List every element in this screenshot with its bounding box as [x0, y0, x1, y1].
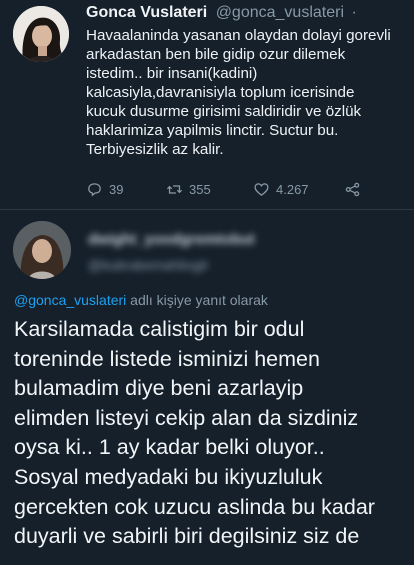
replying-to-suffix: adlı kişiye yanıt olarak [126, 292, 268, 308]
tweet-header: Gonca Vuslateri @gonca_vuslateri · [86, 4, 357, 22]
tweet-text-line: haklarimiza yapilmis linctir. Suctur bu. [86, 122, 339, 139]
reply-author-handle-blurred[interactable]: @kubrakemahlioglr [88, 257, 209, 273]
tweet-text: Havaalaninda yasanan olaydan dolayi gore… [86, 26, 404, 159]
reply-button[interactable]: 39 [86, 181, 123, 198]
reply-text: Karsilamada calistigim bir odul torenind… [14, 315, 410, 552]
replying-to-label: @gonca_vuslateri adlı kişiye yanıt olara… [14, 292, 268, 308]
share-icon [345, 182, 360, 197]
reply-avatar-image [13, 221, 71, 279]
tweet-actions: 39 355 4.267 [86, 181, 386, 203]
tweet-text-line: kalcasiyla,davranisiyla toplum icerisind… [86, 84, 355, 101]
reply-count: 39 [109, 182, 124, 197]
like-count: 4.267 [276, 182, 309, 197]
reply-icon [88, 183, 101, 197]
like-button[interactable]: 4.267 [253, 181, 309, 198]
retweet-count: 355 [189, 182, 211, 197]
header-separator: · [351, 4, 357, 21]
reply-text-line: Sosyal medyadaki bu ikiyuzluluk [14, 464, 323, 489]
tweet-text-line: istedim.. bir insani(kadini) [86, 65, 258, 82]
share-button[interactable] [344, 181, 361, 198]
reply-text-line: bulamadim diye beni azarlayip [14, 376, 304, 401]
tweet-text-line: kucuk dusurme girisimi saldiridir ve özl… [86, 103, 362, 120]
reply-text-line: duyarli ve sabirli biri degilsiniz siz d… [14, 524, 360, 549]
reply-text-line: gercekten cok uzucu aslinda bu kadar [14, 494, 375, 519]
tweet-text-line: Havaalaninda yasanan olaydan dolayi gore… [86, 27, 391, 44]
original-tweet[interactable]: Gonca Vuslateri @gonca_vuslateri · Havaa… [0, 0, 414, 210]
author-avatar[interactable] [13, 6, 69, 62]
reply-author-avatar[interactable] [13, 221, 71, 279]
reply-text-line: Karsilamada calistigim bir odul [14, 317, 305, 341]
reply-author-name-blurred[interactable]: dwight_yoodgremtobut [88, 231, 255, 248]
tweet-text-line: Terbiyesizlik az kalir. [86, 141, 224, 158]
author-name[interactable]: Gonca Vuslateri [86, 4, 207, 21]
like-icon [254, 183, 269, 196]
retweet-icon [166, 185, 183, 194]
reply-text-line: oysa ki.. 1 ay kadar belki oluyor.. [14, 435, 325, 460]
reply-text-line: toreninde listede isminizi hemen [14, 346, 320, 371]
avatar-image [13, 6, 69, 62]
reply-tweet[interactable]: dwight_yoodgremtobut @kubrakemahlioglr @… [0, 211, 414, 565]
reply-text-line: elimden listeyi cekip alan da sizdiniz [14, 405, 359, 430]
author-handle[interactable]: @gonca_vuslateri [216, 4, 344, 21]
tweet-text-line: arkadastan ben bile gidip ozur dilemek [86, 46, 346, 63]
retweet-button[interactable]: 355 [166, 181, 211, 198]
replying-to-mention[interactable]: @gonca_vuslateri [14, 292, 126, 308]
